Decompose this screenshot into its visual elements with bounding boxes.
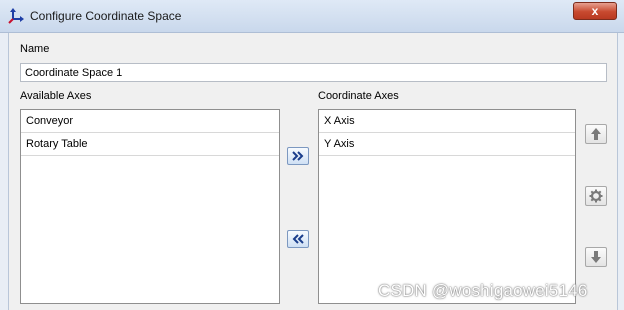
close-button[interactable]: x	[573, 2, 617, 20]
name-label: Name	[20, 43, 50, 55]
remove-axis-button[interactable]	[287, 230, 309, 248]
coordinate-axes-list[interactable]: X Axis Y Axis	[318, 109, 576, 304]
move-up-button[interactable]	[585, 124, 607, 144]
coordinate-axes-icon	[8, 8, 24, 24]
properties-button[interactable]	[585, 186, 607, 206]
window-title: Configure Coordinate Space	[30, 9, 182, 23]
name-input[interactable]	[20, 63, 607, 82]
arrow-down-icon	[591, 251, 601, 263]
watermark: CSDN @woshigaowei5146	[378, 281, 588, 300]
list-item[interactable]: Y Axis	[319, 133, 575, 156]
list-item[interactable]: Rotary Table	[21, 133, 279, 156]
add-axis-button[interactable]	[287, 147, 309, 165]
arrow-up-icon	[591, 128, 601, 140]
title-bar: Configure Coordinate Space x	[0, 0, 624, 33]
double-chevron-left-icon	[292, 234, 304, 244]
list-item[interactable]: X Axis	[319, 110, 575, 133]
double-chevron-right-icon	[292, 151, 304, 161]
coordinate-axes-label: Coordinate Axes	[318, 90, 399, 102]
available-axes-list[interactable]: Conveyor Rotary Table	[20, 109, 280, 304]
move-down-button[interactable]	[585, 247, 607, 267]
list-item[interactable]: Conveyor	[21, 110, 279, 133]
available-axes-label: Available Axes	[20, 90, 92, 102]
gear-icon	[589, 189, 603, 203]
